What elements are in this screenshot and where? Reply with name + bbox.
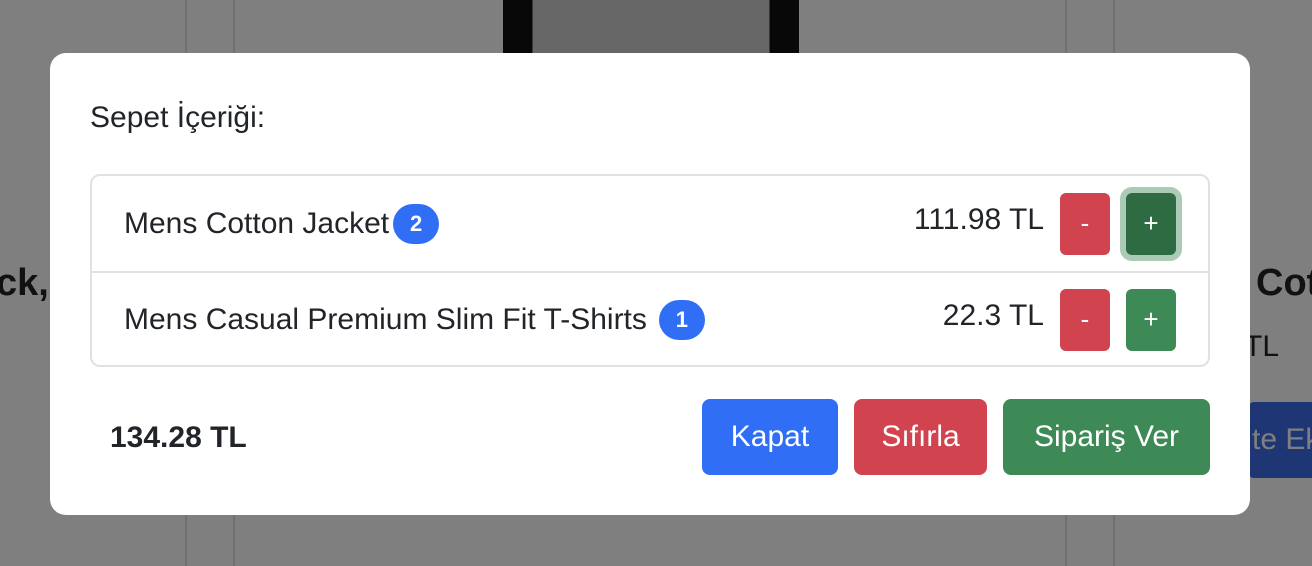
cart-item-name-wrap: Mens Casual Premium Slim Fit T-Shirts 1: [124, 299, 705, 340]
cart-item-name: Mens Cotton Jacket: [124, 206, 390, 240]
close-button[interactable]: Kapat: [702, 399, 838, 475]
cart-item-controls: 22.3 TL - +: [942, 273, 1176, 365]
cart-item-name-wrap: Mens Cotton Jacket 2: [124, 203, 440, 244]
increase-quantity-button[interactable]: +: [1126, 192, 1176, 255]
quantity-badge: 1: [658, 299, 705, 340]
cart-item-price: 111.98 TL: [913, 202, 1044, 236]
cart-item-name: Mens Casual Premium Slim Fit T-Shirts: [124, 302, 647, 336]
increase-quantity-button[interactable]: +: [1126, 288, 1176, 351]
cart-modal: Sepet İçeriği: Mens Cotton Jacket 2 111.…: [50, 53, 1250, 515]
reset-button[interactable]: Sıfırla: [854, 399, 987, 475]
quantity-badge: 2: [393, 203, 440, 244]
cart-item-list: Mens Cotton Jacket 2 111.98 TL - + Mens …: [90, 174, 1210, 367]
modal-title: Sepet İçeriği:: [90, 101, 266, 134]
cart-item: Mens Cotton Jacket 2 111.98 TL - +: [92, 176, 1208, 271]
place-order-button[interactable]: Sipariş Ver: [1003, 399, 1210, 475]
decrease-quantity-button[interactable]: -: [1060, 288, 1110, 351]
cart-item-price: 22.3 TL: [942, 298, 1044, 332]
modal-footer-actions: Kapat Sıfırla Sipariş Ver: [686, 399, 1210, 475]
decrease-quantity-button[interactable]: -: [1060, 192, 1110, 255]
cart-item: Mens Casual Premium Slim Fit T-Shirts 1 …: [92, 271, 1208, 365]
cart-total: 134.28 TL: [110, 421, 247, 454]
cart-item-controls: 111.98 TL - +: [914, 176, 1176, 271]
